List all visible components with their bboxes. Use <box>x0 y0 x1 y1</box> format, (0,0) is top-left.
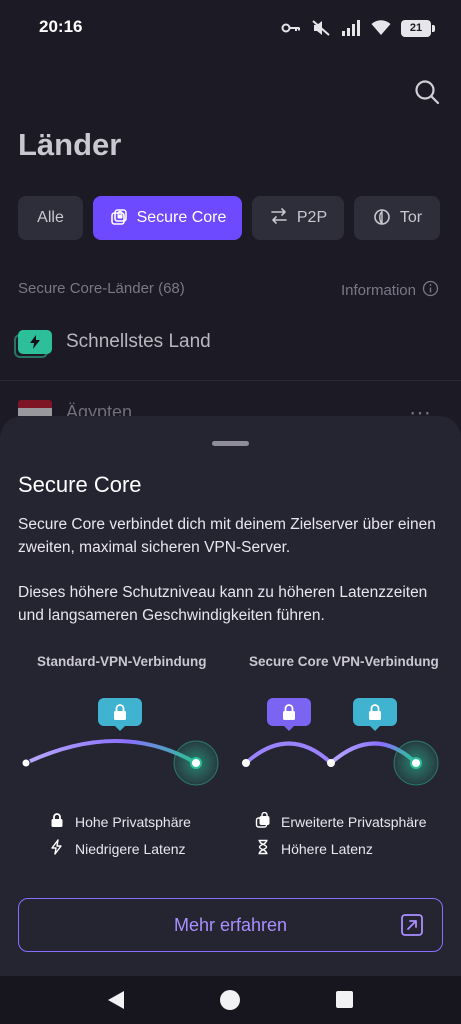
information-button[interactable]: Information <box>341 280 439 301</box>
filter-all-chip[interactable]: Alle <box>18 196 83 240</box>
double-lock-icon <box>255 811 271 831</box>
chip-label: Secure Core <box>136 209 227 226</box>
origin-node-icon <box>242 759 250 767</box>
legend-high-privacy: Hohe Privatsphäre <box>49 812 191 831</box>
list-header: Secure Core-Länder (68) Information <box>18 280 439 301</box>
mute-icon <box>311 19 331 37</box>
legend-label: Erweiterte Privatsphäre <box>281 813 427 830</box>
back-icon[interactable] <box>106 989 126 1016</box>
filter-chips: Alle Secure Core P2P Tor <box>18 196 440 240</box>
origin-node-icon <box>21 758 31 768</box>
swap-arrows-icon <box>269 206 289 231</box>
filter-p2p-chip[interactable]: P2P <box>252 196 344 240</box>
secure-server-node-icon <box>327 759 335 767</box>
chip-label: Alle <box>37 209 64 226</box>
list-count-label: Secure Core-Länder (68) <box>18 280 185 297</box>
key-icon <box>281 19 301 37</box>
lock-bubble-icon <box>98 698 142 731</box>
lock-icon <box>49 812 65 831</box>
onion-icon <box>372 206 392 231</box>
filter-tor-chip[interactable]: Tor <box>354 196 440 240</box>
info-icon <box>422 280 439 301</box>
external-link-icon <box>400 913 424 937</box>
destination-node-icon <box>410 757 422 769</box>
standard-route-line <box>25 739 198 765</box>
filter-secure-core-chip[interactable]: Secure Core <box>93 196 242 240</box>
fastest-country-label: Schnellstes Land <box>66 331 211 352</box>
chip-label: P2P <box>296 209 328 226</box>
connection-diagram <box>21 698 439 786</box>
status-bar: 20:16 21 <box>0 0 461 58</box>
lightning-icon <box>49 839 65 858</box>
lock-bubble-icon <box>353 698 397 731</box>
home-icon[interactable] <box>220 990 240 1010</box>
chip-label: Tor <box>399 209 423 226</box>
secure-route-line-1 <box>244 741 333 765</box>
status-icons: 21 <box>281 17 435 39</box>
signal-icon <box>341 19 361 37</box>
legend-label: Höhere Latenz <box>281 840 373 857</box>
wifi-icon <box>371 19 391 37</box>
fastest-country-row[interactable]: Schnellstes Land <box>14 328 211 358</box>
legend-label: Niedrigere Latenz <box>75 840 186 857</box>
learn-more-button[interactable]: Mehr erfahren <box>18 898 443 952</box>
sheet-title: Secure Core <box>18 472 142 497</box>
battery-icon: 21 <box>401 19 435 37</box>
recent-apps-icon[interactable] <box>336 991 353 1008</box>
lock-bubble-icon <box>267 698 311 731</box>
hourglass-icon <box>255 839 271 858</box>
legend-higher-latency: Höhere Latenz <box>255 839 373 858</box>
legend-extended-privacy: Erweiterte Privatsphäre <box>255 811 427 831</box>
secure-core-info-sheet: Secure Core Secure Core verbindet dich m… <box>0 416 461 976</box>
learn-more-label: Mehr erfahren <box>173 914 288 935</box>
secure-core-icon <box>109 206 129 231</box>
information-label: Information <box>340 282 416 299</box>
page-title: Länder <box>18 127 122 162</box>
status-time: 20:16 <box>39 17 83 36</box>
standard-connection-label: Standard-VPN-Verbindung <box>37 654 207 669</box>
destination-node-icon <box>190 757 202 769</box>
lightning-icon <box>14 328 52 358</box>
legend-label: Hohe Privatsphäre <box>75 813 191 830</box>
sheet-paragraph-1: Secure Core verbindet dich mit deinem Zi… <box>18 516 436 556</box>
search-icon[interactable] <box>413 78 441 106</box>
sheet-drag-handle[interactable] <box>212 441 249 446</box>
sheet-paragraph-2: Dieses höhere Schutzniveau kann zu höher… <box>18 584 428 624</box>
divider <box>0 380 461 381</box>
legend-lower-latency: Niedrigere Latenz <box>49 839 186 858</box>
secure-core-connection-label: Secure Core VPN-Verbindung <box>249 654 439 669</box>
system-navigation-bar <box>0 976 461 1024</box>
